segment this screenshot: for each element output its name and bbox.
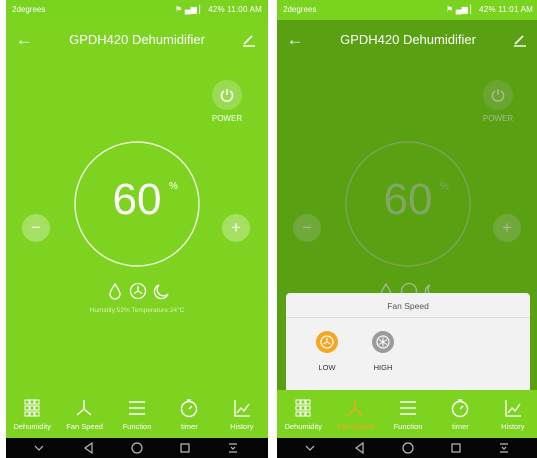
back-arrow-icon[interactable]: ← (14, 30, 34, 50)
droplet-icon[interactable] (107, 282, 123, 300)
decrease-button[interactable]: − (22, 214, 50, 242)
tab-label: Function (122, 422, 152, 431)
status-bar: 2degrees ⚑ ▄▆ ▏ 42% 11:01 AM (277, 0, 537, 20)
edit-pencil-icon[interactable] (240, 31, 258, 49)
tab-timer[interactable]: timer (163, 390, 215, 438)
nav-back-icon[interactable] (82, 441, 96, 455)
increase-button[interactable]: + (222, 214, 250, 242)
tab-history[interactable]: History (216, 390, 268, 438)
tab-history[interactable]: History (487, 390, 537, 438)
tab-dehumidity[interactable]: Dehumidity (6, 390, 58, 438)
page-title: GPDH420 Dehumidifier (69, 32, 205, 47)
tab-label: timer (181, 422, 198, 431)
tab-label: timer (452, 422, 469, 431)
power-label: POWER (482, 114, 514, 123)
status-indicators: ⚑ ▄▆ ▏ 42% 11:01 AM (445, 5, 533, 14)
android-nav-bar (6, 438, 268, 458)
tab-label: History (501, 422, 525, 431)
humidity-setpoint: 60 (112, 175, 162, 224)
tab-label: Function (393, 422, 423, 431)
fan-speed-high-option[interactable]: HIGH (363, 331, 403, 381)
edit-pencil-icon[interactable] (511, 31, 529, 49)
fan-icon (343, 398, 367, 418)
main-panel: POWER 60 % − + Humidity:52% Temperature:… (6, 62, 268, 390)
fan-speed-sheet: Fan Speed LOW HIGH (286, 293, 530, 390)
grid-icon (20, 398, 44, 418)
status-indicators: ⚑ ▄▆ ▏ 42% 11:00 AM (174, 5, 262, 14)
history-chart-icon (230, 398, 254, 418)
sensor-readout: Humidity:52% Temperature:24°C (89, 307, 185, 314)
fan-high-circle (372, 331, 394, 353)
timer-icon (448, 398, 472, 418)
divider (286, 317, 530, 318)
android-nav-bar (277, 438, 537, 458)
fan-speed-low-option[interactable]: LOW (307, 331, 347, 381)
nav-notifications-icon[interactable] (497, 441, 511, 455)
tab-function[interactable]: Function (382, 390, 434, 438)
carrier-label: 2degrees (12, 5, 46, 14)
mode-icons (107, 282, 171, 302)
sheet-title: Fan Speed (387, 301, 429, 311)
grid-icon (291, 398, 315, 418)
tab-timer[interactable]: timer (434, 390, 486, 438)
humidity-setpoint: 60 (383, 175, 433, 224)
sleep-moon-icon[interactable] (153, 282, 171, 300)
nav-notifications-icon[interactable] (226, 441, 240, 455)
menu-icon (396, 398, 420, 418)
power-icon (491, 89, 505, 102)
history-chart-icon (501, 398, 525, 418)
tab-label: History (230, 422, 254, 431)
fan-icon (376, 335, 390, 349)
page-title: GPDH420 Dehumidifier (340, 32, 476, 47)
chevron-down-icon[interactable] (303, 441, 317, 455)
increase-button: + (493, 214, 521, 242)
humidity-unit: % (440, 181, 449, 192)
humidity-unit: % (169, 181, 178, 192)
humidity-dial: 60 % (343, 139, 473, 269)
nav-home-icon[interactable] (130, 441, 144, 455)
nav-recents-icon[interactable] (178, 441, 192, 455)
tab-fan-speed[interactable]: Fan Speed (329, 390, 381, 438)
menu-icon (125, 398, 149, 418)
tab-fan-speed[interactable]: Fan Speed (58, 390, 110, 438)
phone-screen-main: 2degrees ⚑ ▄▆ ▏ 42% 11:00 AM ← GPDH420 D… (6, 0, 268, 458)
speed-label: HIGH (373, 363, 393, 372)
status-bar: 2degrees ⚑ ▄▆ ▏ 42% 11:00 AM (6, 0, 268, 20)
phone-screen-fan-speed: 2degrees ⚑ ▄▆ ▏ 42% 11:01 AM ← GPDH420 D… (277, 0, 537, 458)
nav-home-icon[interactable] (401, 441, 415, 455)
app-header: ← GPDH420 Dehumidifier (6, 20, 268, 62)
app-header: ← GPDH420 Dehumidifier (277, 20, 537, 62)
tab-label: Fan Speed (337, 422, 374, 431)
chevron-down-icon[interactable] (32, 441, 46, 455)
tab-function[interactable]: Function (111, 390, 163, 438)
tab-dehumidity[interactable]: Dehumidity (277, 390, 329, 438)
fan-low-circle (316, 331, 338, 353)
back-arrow-icon[interactable]: ← (285, 30, 305, 50)
nav-recents-icon[interactable] (449, 441, 463, 455)
power-button[interactable] (212, 80, 242, 110)
timer-icon (177, 398, 201, 418)
power-label: POWER (211, 114, 243, 123)
bottom-tab-bar: Dehumidity Fan Speed Function timer Hist… (277, 390, 537, 438)
tab-label: Fan Speed (66, 422, 103, 431)
power-icon (220, 89, 234, 102)
carrier-label: 2degrees (283, 5, 317, 14)
bottom-tab-bar: Dehumidity Fan Speed Function timer Hist… (6, 390, 268, 438)
power-button (483, 80, 513, 110)
fan-mode-icon[interactable] (129, 282, 147, 300)
speed-label: LOW (318, 363, 336, 372)
fan-icon (320, 335, 334, 349)
fan-icon (72, 398, 96, 418)
decrease-button: − (293, 214, 321, 242)
humidity-dial: 60 % (72, 139, 202, 269)
nav-back-icon[interactable] (353, 441, 367, 455)
